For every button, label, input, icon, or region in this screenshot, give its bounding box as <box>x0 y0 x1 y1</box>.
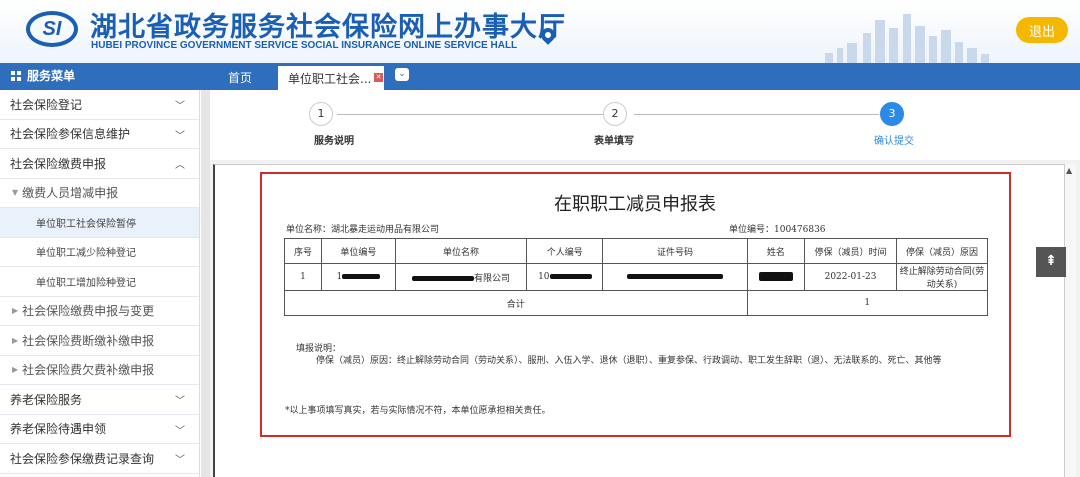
chevron-down-icon: ﹀ <box>175 425 185 437</box>
redaction-bar <box>758 272 793 281</box>
sidebar-item-payment-change[interactable]: ▶ 社会保险缴费申报与变更 <box>0 297 199 326</box>
sidebar-item-insurance-info-maintenance[interactable]: 社会保险参保信息维护 ﹀ <box>0 120 199 149</box>
sidebar-item-label: 社会保险登记 <box>10 97 83 112</box>
note-text: 停保（减员）原因：终止解除劳动合同（劳动关系）、服刑、入伍入学、退休（退职）、重… <box>316 356 942 366</box>
step-1-label: 服务说明 <box>314 136 354 147</box>
sidebar-item-pension-service[interactable]: 养老保险服务 ﹀ <box>0 385 199 415</box>
column-header: 姓名 <box>746 238 806 264</box>
table-row: 1 1 有限公司 10 2022-01-23 终止解除劳动合同(劳动关系) <box>284 263 989 291</box>
chevron-down-icon: ﹀ <box>175 101 185 112</box>
sidebar-item-label: 社会保险费欠费补缴申报 <box>22 363 155 378</box>
step-connector <box>634 114 879 115</box>
redaction-bar <box>549 274 592 279</box>
sidebar-item-label: 养老保险服务 <box>10 392 83 407</box>
chevron-up-icon: ︿ <box>175 160 185 171</box>
logo-text: SI <box>42 17 62 40</box>
step-2-circle: 2 <box>603 102 627 126</box>
sidebar-item-social-insurance-registration[interactable]: 社会保险登记 ﹀ <box>0 90 199 120</box>
step-3-circle: 3 <box>880 102 904 126</box>
column-header: 停保（减员）时间 <box>804 238 897 264</box>
sidebar-item-label: 单位职工社会保险暂停 <box>36 218 136 230</box>
sidebar-menu: 社会保险登记 ﹀ 社会保险参保信息维护 ﹀ 社会保险缴费申报 ︿ ▼ 缴费人员增减申报 … <box>0 90 200 477</box>
back-to-top-icon[interactable]: ⇞ <box>1036 247 1066 277</box>
city-skyline-icon <box>825 14 989 63</box>
sidebar-item-add-insurance-type[interactable]: 单位职工增加险种登记 <box>0 267 199 297</box>
column-header: 停保（减员）原因 <box>895 238 989 264</box>
reduction-table: 序号 单位编号 单位名称 个人编号 证件号码 姓名 停保（减员）时间 停保（减员… <box>284 238 989 316</box>
sidebar-item-reduce-insurance-type[interactable]: 单位职工减少险种登记 <box>0 238 199 267</box>
declaration-note: *以上事项填写真实，若与实际情况不符，本单位愿承担相关责任。 <box>285 406 551 416</box>
chevron-down-icon: ﹀ <box>175 396 185 407</box>
cell-stop-reason: 终止解除劳动合同(劳动关系) <box>895 263 989 291</box>
top-nav: 服务菜单 首页 单位职工社会... ✕ ⌄ <box>0 63 1080 90</box>
unit-name: 单位名称：湖北暴走运动用品有限公司 <box>286 225 440 235</box>
unit-name-suffix: 有限公司 <box>474 273 511 284</box>
sidebar-item-label: 养老保险待遇申领 <box>10 422 107 437</box>
sidebar-item-pension-claim[interactable]: 养老保险待遇申领 ﹀ <box>0 415 199 444</box>
site-logo: SI <box>26 11 78 47</box>
cell-name <box>746 263 806 291</box>
sidebar-item-interrupted-payment[interactable]: ▶ 社会保险费断缴补缴申报 <box>0 326 199 356</box>
sidebar-item-label: 社会保险费断缴补缴申报 <box>22 333 155 348</box>
column-header: 序号 <box>284 238 322 264</box>
tab-home[interactable]: 首页 <box>228 69 252 86</box>
chevron-down-icon: ﹀ <box>175 455 185 466</box>
sidebar-item-label: 社会保险参保信息维护 <box>10 127 131 142</box>
site-title: 湖北省政务服务社会保险网上办事大厅 <box>90 12 566 43</box>
chevron-down-icon[interactable]: ⌄ <box>395 68 409 81</box>
sidebar-item-payment-records-query[interactable]: 社会保险参保缴费记录查询 ﹀ <box>0 444 199 474</box>
sidebar-splitter[interactable] <box>201 90 210 477</box>
step-3-label: 确认提交 <box>874 136 914 147</box>
service-menu-title[interactable]: 服务菜单 <box>11 67 75 84</box>
unit-number: 单位编号：100476836 <box>729 225 826 235</box>
cell-unit-name: 有限公司 <box>394 263 528 291</box>
sidebar-item-label: 单位职工增加险种登记 <box>36 277 136 289</box>
sidebar-item-label: 社会保险缴费申报与变更 <box>22 304 155 319</box>
column-header: 单位编号 <box>320 238 396 264</box>
site-subtitle: HUBEI PROVINCE GOVERNMENT SERVICE SOCIAL… <box>91 40 518 51</box>
sidebar-item-payment-declaration[interactable]: 社会保险缴费申报 ︿ <box>0 149 199 179</box>
table-header-row: 序号 单位编号 单位名称 个人编号 证件号码 姓名 停保（减员）时间 停保（减员… <box>284 238 989 264</box>
sidebar-item-label: 社会保险缴费申报 <box>10 156 107 171</box>
table-total-row: 合计 1 <box>284 290 989 316</box>
tab-current-label: 单位职工社会... <box>288 72 372 86</box>
grid-menu-icon <box>11 70 21 81</box>
document-title: 在职职工减员申报表 <box>554 194 716 215</box>
step-connector <box>337 114 605 115</box>
step-1-circle: 1 <box>309 102 333 126</box>
column-header: 个人编号 <box>526 238 604 264</box>
person-no-prefix: 10 <box>538 272 550 282</box>
scroll-up-arrow-icon[interactable]: ▲ <box>1066 166 1072 175</box>
total-value: 1 <box>746 290 989 316</box>
logout-button[interactable]: 退出 <box>1016 17 1068 43</box>
column-header: 证件号码 <box>602 238 748 264</box>
site-header: SI 湖北省政务服务社会保险网上办事大厅 HUBEI PROVINCE GOVE… <box>0 0 1080 63</box>
chevron-down-icon: ﹀ <box>175 130 185 142</box>
sidebar-item-label: 单位职工减少险种登记 <box>36 248 136 260</box>
sidebar-item-label: 社会保险参保缴费记录查询 <box>10 451 155 466</box>
redaction-bar <box>342 274 381 279</box>
redaction-bar <box>412 275 475 281</box>
caret-right-icon: ▶ <box>12 306 19 316</box>
step-progress: 1 服务说明 2 表单填写 3 确认提交 <box>210 90 1080 160</box>
redaction-bar <box>626 274 723 279</box>
service-menu-label: 服务菜单 <box>27 69 76 83</box>
caret-right-icon: ▶ <box>12 335 19 345</box>
tab-current[interactable]: 单位职工社会... ✕ <box>278 66 384 90</box>
caret-right-icon: ▶ <box>12 365 19 375</box>
total-label: 合计 <box>284 290 748 316</box>
step-2-label: 表单填写 <box>594 136 634 147</box>
sidebar-item-arrears-payment[interactable]: ▶ 社会保险费欠费补缴申报 <box>0 356 199 385</box>
close-icon[interactable]: ✕ <box>374 73 383 82</box>
cell-person-no: 10 <box>526 263 604 291</box>
cell-stop-date: 2022-01-23 <box>804 263 897 291</box>
column-header: 单位名称 <box>394 238 528 264</box>
cell-unit-no: 1 <box>320 263 396 291</box>
cell-seq: 1 <box>284 263 322 291</box>
cell-id-number <box>602 263 748 291</box>
